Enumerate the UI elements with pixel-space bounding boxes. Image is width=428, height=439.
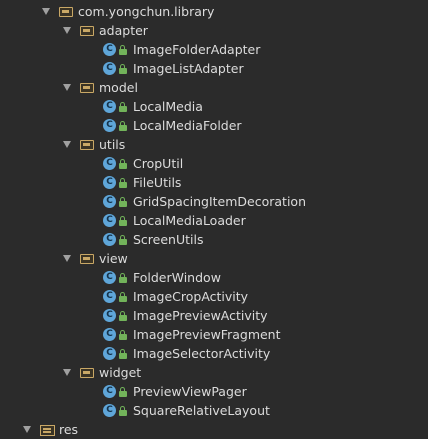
- tree-node-class[interactable]: C FileUtils: [103, 173, 181, 192]
- tree-node-label: com.yongchun.library: [78, 4, 215, 19]
- class-icon: C: [103, 62, 116, 75]
- resources-folder-icon: [40, 424, 55, 436]
- tree-node-label: ImageSelectorActivity: [133, 346, 271, 361]
- tree-node-label: ImagePreviewFragment: [133, 327, 281, 342]
- expand-arrow-icon[interactable]: [23, 426, 31, 433]
- tree-node-class[interactable]: C SquareRelativeLayout: [103, 401, 270, 420]
- tree-node-label: utils: [99, 137, 126, 152]
- tree-node-class[interactable]: C GridSpacingItemDecoration: [103, 192, 306, 211]
- lock-icon: [119, 348, 127, 360]
- class-icon: C: [103, 176, 116, 189]
- package-folder-icon: [59, 6, 73, 17]
- tree-node-label: FileUtils: [133, 175, 182, 190]
- class-icon: C: [103, 119, 116, 132]
- tree-node-library-package[interactable]: com.yongchun.library: [42, 2, 214, 21]
- tree-node-label: LocalMediaLoader: [133, 213, 246, 228]
- class-icon: C: [103, 290, 116, 303]
- tree-node-label: GridSpacingItemDecoration: [133, 194, 306, 209]
- tree-node-class[interactable]: C ImageCropActivity: [103, 287, 248, 306]
- tree-node-class[interactable]: C ScreenUtils: [103, 230, 203, 249]
- expand-arrow-icon[interactable]: [63, 141, 71, 148]
- tree-node-class[interactable]: C PreviewViewPager: [103, 382, 247, 401]
- lock-icon: [119, 63, 127, 75]
- class-icon: C: [103, 347, 116, 360]
- tree-node-class[interactable]: C LocalMediaFolder: [103, 116, 242, 135]
- tree-node-label: LocalMediaFolder: [133, 118, 242, 133]
- class-icon: C: [103, 309, 116, 322]
- tree-node-class[interactable]: C ImageSelectorActivity: [103, 344, 270, 363]
- class-icon: C: [103, 43, 116, 56]
- package-folder-icon: [80, 82, 94, 93]
- expand-arrow-icon[interactable]: [63, 84, 71, 91]
- tree-node-class[interactable]: C FolderWindow: [103, 268, 221, 287]
- tree-node-class[interactable]: C ImagePreviewFragment: [103, 325, 281, 344]
- class-icon: C: [103, 100, 116, 113]
- tree-node-class[interactable]: C ImagePreviewActivity: [103, 306, 268, 325]
- lock-icon: [119, 386, 127, 398]
- tree-node-label: ImagePreviewActivity: [133, 308, 268, 323]
- tree-node-widget[interactable]: widget: [63, 363, 141, 382]
- tree-node-label: widget: [99, 365, 142, 380]
- package-folder-icon: [80, 367, 94, 378]
- tree-node-utils[interactable]: utils: [63, 135, 125, 154]
- lock-icon: [119, 196, 127, 208]
- tree-node-class[interactable]: C LocalMedia: [103, 97, 203, 116]
- package-folder-icon: [80, 25, 94, 36]
- tree-node-label: ImageCropActivity: [133, 289, 249, 304]
- lock-icon: [119, 291, 127, 303]
- tree-node-label: LocalMedia: [133, 99, 203, 114]
- tree-node-view[interactable]: view: [63, 249, 128, 268]
- tree-node-label: FolderWindow: [133, 270, 221, 285]
- expand-arrow-icon[interactable]: [63, 369, 71, 376]
- tree-node-label: SquareRelativeLayout: [133, 403, 270, 418]
- lock-icon: [119, 44, 127, 56]
- class-icon: C: [103, 404, 116, 417]
- tree-node-label: adapter: [99, 23, 148, 38]
- class-icon: C: [103, 157, 116, 170]
- tree-node-label: model: [99, 80, 138, 95]
- tree-node-label: CropUtil: [133, 156, 184, 171]
- tree-node-label: res: [59, 422, 79, 437]
- package-folder-icon: [80, 139, 94, 150]
- tree-node-label: PreviewViewPager: [133, 384, 247, 399]
- tree-node-label: view: [99, 251, 128, 266]
- project-tree: com.yongchun.library adapter C ImageFold…: [0, 0, 428, 439]
- package-folder-icon: [80, 253, 94, 264]
- tree-node-class[interactable]: C ImageFolderAdapter: [103, 40, 260, 59]
- class-icon: C: [103, 385, 116, 398]
- class-icon: C: [103, 233, 116, 246]
- tree-node-adapter[interactable]: adapter: [63, 21, 148, 40]
- tree-node-label: ImageListAdapter: [133, 61, 244, 76]
- lock-icon: [119, 101, 127, 113]
- tree-node-res[interactable]: res: [23, 420, 78, 439]
- lock-icon: [119, 120, 127, 132]
- tree-node-label: ImageFolderAdapter: [133, 42, 261, 57]
- class-icon: C: [103, 214, 116, 227]
- lock-icon: [119, 405, 127, 417]
- expand-arrow-icon[interactable]: [63, 27, 71, 34]
- lock-icon: [119, 310, 127, 322]
- tree-node-class[interactable]: C LocalMediaLoader: [103, 211, 246, 230]
- expand-arrow-icon[interactable]: [42, 8, 50, 15]
- class-icon: C: [103, 328, 116, 341]
- lock-icon: [119, 234, 127, 246]
- lock-icon: [119, 329, 127, 341]
- class-icon: C: [103, 271, 116, 284]
- lock-icon: [119, 272, 127, 284]
- lock-icon: [119, 215, 127, 227]
- lock-icon: [119, 177, 127, 189]
- tree-node-class[interactable]: C CropUtil: [103, 154, 183, 173]
- class-icon: C: [103, 195, 116, 208]
- expand-arrow-icon[interactable]: [63, 255, 71, 262]
- tree-node-label: ScreenUtils: [133, 232, 204, 247]
- lock-icon: [119, 158, 127, 170]
- tree-node-class[interactable]: C ImageListAdapter: [103, 59, 244, 78]
- tree-node-model[interactable]: model: [63, 78, 138, 97]
